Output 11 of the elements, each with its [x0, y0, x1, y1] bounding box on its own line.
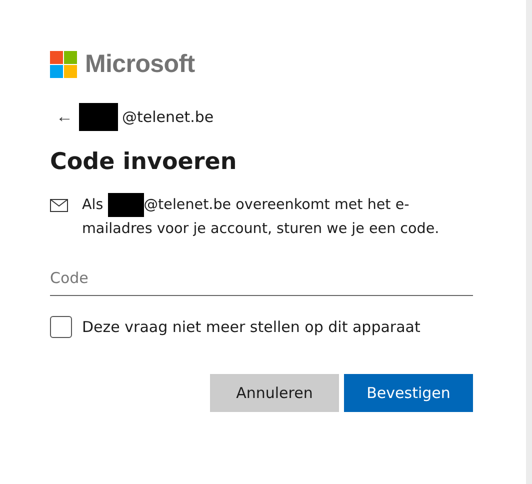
checkbox[interactable]: [50, 316, 72, 338]
back-button[interactable]: ←: [50, 107, 75, 127]
cancel-button[interactable]: Annuleren: [210, 374, 339, 412]
logo-icon: [50, 51, 77, 78]
brand-name: Microsoft: [85, 50, 195, 79]
checkbox-label: Deze vraag niet meer stellen op dit apparaat: [82, 318, 420, 336]
info-message: Als @telenet.be overeenkomt met het e-mailadres voor je account, sturen we je een code.: [82, 193, 473, 242]
mail-icon: [50, 199, 68, 212]
confirm-button[interactable]: Bevestigen: [344, 374, 473, 412]
account-email: @telenet.be: [122, 108, 214, 126]
page-title: Code invoeren: [50, 149, 238, 175]
